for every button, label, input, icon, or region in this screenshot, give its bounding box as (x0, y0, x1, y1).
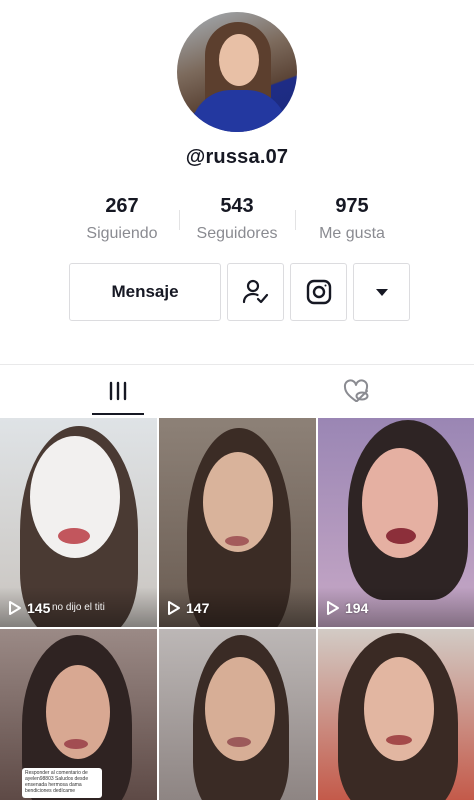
video-grid: 145 no dijo el titi 147 194 Responder al… (0, 418, 474, 800)
thumbnail-face (364, 657, 434, 761)
videos-grid-icon (109, 381, 127, 401)
instagram-icon (306, 279, 331, 305)
instagram-button[interactable] (290, 263, 347, 321)
profile-username: @russa.07 (185, 146, 289, 168)
play-icon (168, 601, 180, 615)
stat-following-label: Siguiendo (86, 225, 158, 242)
video-thumbnail[interactable]: 194 (318, 418, 474, 627)
view-count-value: 194 (345, 600, 369, 616)
stat-likes[interactable]: 975 Me gusta (292, 194, 412, 244)
tabs-top-divider (0, 364, 474, 365)
stat-followers-label: Seguidores (196, 225, 278, 242)
thumbnail-lips (58, 528, 90, 544)
thumbnail-lips (227, 737, 251, 747)
stat-following-value: 267 (105, 195, 139, 217)
thumbnail-lips (225, 536, 249, 546)
following-button[interactable] (227, 263, 284, 321)
view-count-value: 145 (27, 600, 51, 616)
active-tab-indicator (92, 413, 144, 415)
thumbnail-lips (64, 739, 88, 749)
video-thumbnail[interactable] (159, 629, 316, 800)
tab-liked[interactable] (330, 366, 382, 416)
stat-likes-value: 975 (335, 195, 369, 217)
stat-following[interactable]: 267 Siguiendo (62, 194, 182, 244)
view-count-value: 147 (186, 600, 210, 616)
stat-followers[interactable]: 543 Seguidores (177, 194, 297, 244)
more-options-button[interactable] (353, 263, 410, 321)
user-check-icon (242, 279, 268, 304)
thumbnail-lips (386, 528, 416, 544)
stat-followers-value: 543 (220, 195, 254, 217)
view-count: 147 (167, 600, 209, 616)
comment-reply-bubble: Responder al comentario de ayelen98803 S… (22, 768, 102, 798)
video-caption: no dijo el titi (52, 602, 105, 613)
profile-stats: 267 Siguiendo 543 Seguidores 975 Me gust… (0, 194, 474, 254)
view-count: 194 (326, 600, 368, 616)
stat-likes-label: Me gusta (319, 225, 385, 242)
avatar-face (219, 34, 259, 86)
tab-videos[interactable] (92, 366, 144, 416)
caret-down-icon (375, 289, 388, 296)
video-thumbnail[interactable]: 147 (159, 418, 316, 627)
play-icon (327, 601, 339, 615)
message-button[interactable]: Mensaje (69, 263, 221, 321)
video-thumbnail[interactable]: 145 no dijo el titi (0, 418, 157, 627)
play-icon (9, 601, 21, 615)
profile-avatar[interactable] (177, 12, 297, 132)
liked-hidden-icon (343, 379, 369, 402)
thumbnail-lips (386, 735, 412, 745)
video-thumbnail[interactable] (318, 629, 474, 800)
view-count: 145 (8, 600, 50, 616)
